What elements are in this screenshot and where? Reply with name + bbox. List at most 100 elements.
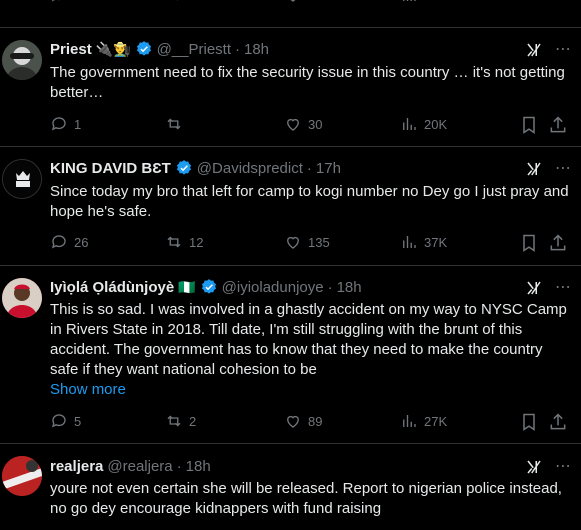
grok-icon[interactable] (525, 160, 543, 178)
like-icon (287, 415, 299, 428)
timestamp[interactable]: 18h (244, 41, 269, 58)
display-name[interactable]: Priest (50, 41, 92, 58)
bookmark-icon[interactable] (519, 233, 539, 253)
post-text: The government need to fix the security … (50, 64, 565, 101)
repost-count: 12 (189, 234, 204, 250)
separator: · (327, 278, 333, 296)
views-count: 27K (424, 413, 448, 429)
avatar[interactable] (2, 456, 42, 496)
reply-button[interactable]: 26 (50, 233, 88, 251)
avatar-image (2, 40, 42, 80)
views-count: 20K (424, 116, 448, 132)
like-button[interactable]: 89 (284, 412, 322, 430)
like-button[interactable]: 135 (284, 233, 330, 251)
reply-count: 1 (74, 116, 82, 132)
views-icon (403, 118, 416, 130)
reply-icon (51, 414, 66, 428)
repost-button[interactable]: 12 (165, 233, 203, 251)
repost-icon (167, 415, 181, 427)
post-iyiola[interactable]: Iyìọlá Ọládùnjoyè 🇳🇬 @iyioladunjoye · 18… (0, 265, 581, 443)
reply-count: 5 (74, 413, 82, 429)
reply-button[interactable]: 1 (50, 115, 81, 133)
avatar[interactable] (2, 159, 42, 199)
reply-icon (51, 235, 66, 249)
views-icon (403, 415, 416, 427)
handle[interactable]: @realjera (107, 458, 172, 475)
like-button[interactable]: 30 (284, 115, 322, 133)
post-king-david[interactable]: KING DAVID BƐT @Davidspredict · 17h ⋯ Si… (0, 146, 581, 265)
reply-button[interactable] (50, 0, 68, 4)
post-text: This is so sad. I was involved in a ghas… (50, 301, 567, 378)
like-count: 89 (308, 413, 323, 429)
views-count: 37K (424, 234, 448, 250)
verified-badge-icon (201, 279, 216, 294)
repost-button[interactable] (165, 0, 183, 4)
post-header: Iyìọlá Ọládùnjoyè 🇳🇬 @iyioladunjoye · 18… (50, 277, 362, 297)
bookmark-icon[interactable] (519, 412, 539, 432)
like-count: 135 (308, 234, 330, 250)
post-header: realjera @realjera · 18h (50, 456, 211, 476)
views-count: 4K (424, 0, 440, 3)
reply-icon (51, 0, 61, 2)
reply-button[interactable]: 5 (50, 412, 81, 430)
like-count: 30 (308, 116, 323, 132)
post-header: Priest 🔌👨‍🌾 @__Priestt · 18h (50, 39, 269, 59)
display-name[interactable]: realjera (50, 458, 103, 475)
more-icon[interactable]: ⋯ (553, 159, 573, 179)
more-icon[interactable]: ⋯ (553, 40, 573, 60)
timestamp[interactable]: 18h (337, 279, 362, 296)
flag-emoji: 🇳🇬 (178, 278, 196, 295)
share-icon[interactable] (548, 233, 568, 253)
post-text: Since today my bro that left for camp to… (50, 183, 569, 220)
post-header: KING DAVID BƐT @Davidspredict · 17h (50, 158, 341, 178)
avatar[interactable] (2, 40, 42, 80)
verified-badge-icon (176, 160, 191, 175)
bookmark-icon[interactable] (519, 115, 539, 135)
display-name[interactable]: KING DAVID BƐT (50, 160, 171, 177)
repost-button[interactable]: 2 (165, 412, 196, 430)
separator: · (176, 457, 182, 475)
separator: · (235, 40, 240, 58)
handle[interactable]: @iyioladunjoye (222, 279, 324, 296)
grok-icon[interactable] (525, 279, 543, 297)
views-icon (403, 236, 416, 248)
post-text: youre not even certain she will be relea… (50, 480, 562, 517)
share-icon[interactable] (548, 412, 568, 432)
handle[interactable]: @__Priestt (157, 41, 231, 58)
separator: · (306, 159, 312, 177)
post-realjera[interactable]: realjera @realjera · 18h ⋯ youre not eve… (0, 443, 581, 530)
views-button[interactable]: 4K (400, 0, 440, 4)
avatar-image (2, 278, 42, 318)
post-priest[interactable]: Priest 🔌👨‍🌾 @__Priestt · 18h ⋯ The gover… (0, 27, 581, 146)
post-actions: 26 12 135 37K (50, 233, 570, 253)
post-actions: 5 2 89 27K (50, 412, 570, 432)
views-icon (403, 0, 416, 1)
like-icon (287, 118, 299, 131)
show-more-link[interactable]: Show more (50, 381, 126, 398)
like-icon (290, 0, 296, 2)
name-emoji: 🔌👨‍🌾 (95, 40, 131, 57)
repost-count: 2 (189, 413, 197, 429)
display-name[interactable]: Iyìọlá Ọládùnjoyè (50, 279, 174, 296)
like-icon (287, 236, 299, 249)
avatar-image (2, 456, 42, 496)
like-button[interactable]: 11 (284, 0, 322, 4)
timestamp[interactable]: 18h (186, 458, 211, 475)
avatar-image (3, 160, 41, 198)
timestamp[interactable]: 17h (316, 160, 341, 177)
views-button[interactable]: 20K (400, 115, 447, 133)
grok-icon[interactable] (525, 41, 543, 59)
more-icon[interactable]: ⋯ (553, 457, 573, 477)
avatar[interactable] (2, 278, 42, 318)
previous-post-actions: 11 4K (0, 0, 581, 12)
handle[interactable]: @Davidspredict (197, 160, 303, 177)
more-icon[interactable]: ⋯ (553, 278, 573, 298)
post-actions: 1 30 20K (50, 115, 570, 135)
views-button[interactable]: 27K (400, 412, 447, 430)
repost-button[interactable] (165, 115, 189, 133)
grok-icon[interactable] (525, 458, 543, 476)
repost-icon (167, 118, 181, 130)
views-button[interactable]: 37K (400, 233, 447, 251)
share-icon[interactable] (548, 115, 568, 135)
like-count: 11 (308, 0, 322, 3)
